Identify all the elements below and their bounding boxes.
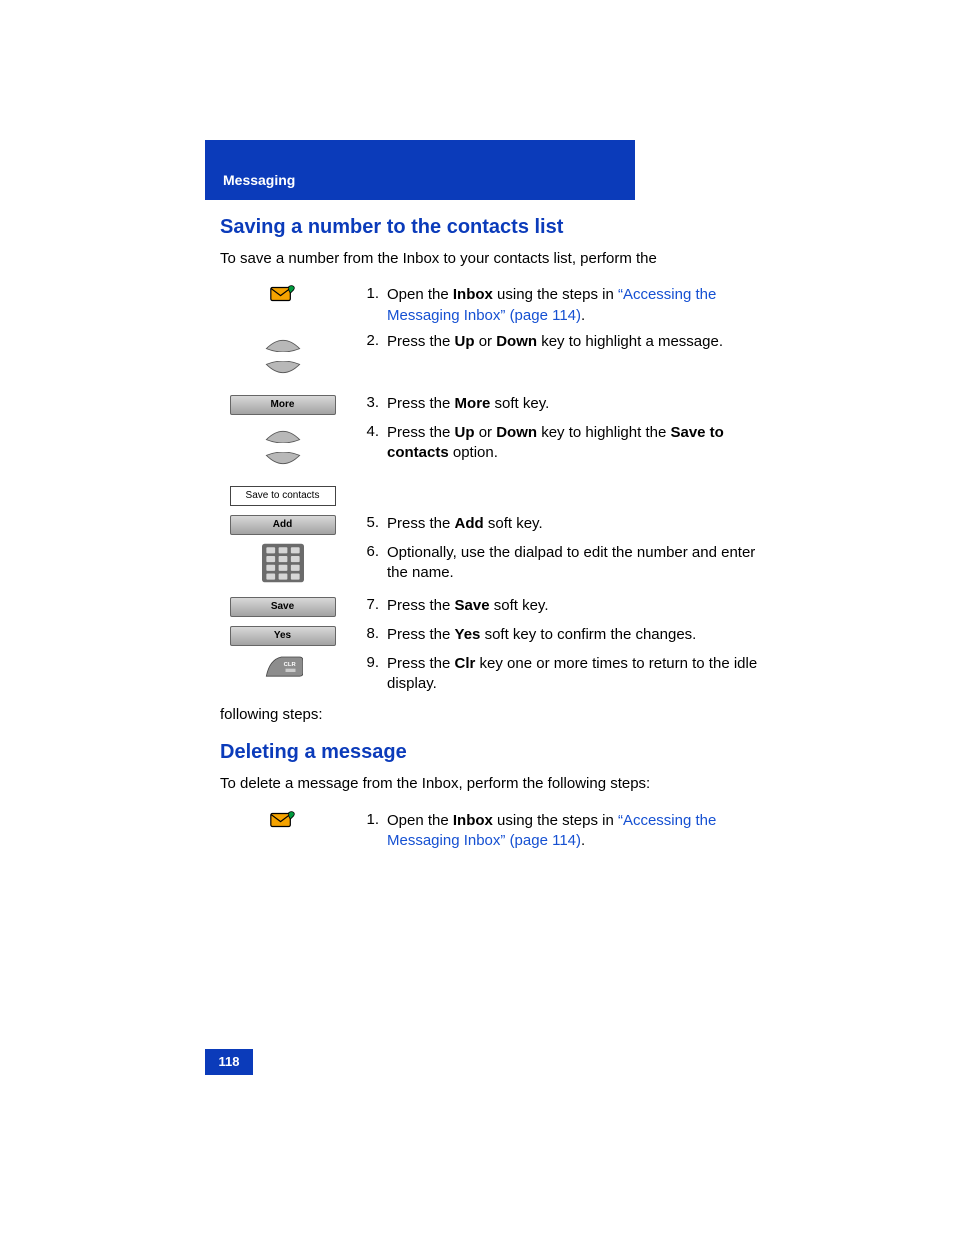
step-text: Press the Add soft key. [385,510,760,539]
nav-down-icon [263,452,303,472]
step-number: 1. [351,807,385,854]
softkey-add: Add [230,515,336,535]
chapter-header: Messaging [205,140,635,200]
step-text: Press the Save soft key. [385,592,760,621]
step-number: 8. [351,621,385,650]
steps-table-2: 1. Open the Inbox using the steps in “Ac… [220,807,760,854]
dialpad-icon [262,543,304,583]
step-number: 4. [351,419,385,510]
step-icon-cell: Save [220,592,351,621]
step-icon-cell: Add [220,510,351,539]
step-icon-cell [220,281,351,328]
option-save-to-contacts: Save to contacts [230,486,336,506]
step-number: 6. [351,539,385,592]
step-icon-cell: Save to contacts [220,419,351,510]
step-number: 5. [351,510,385,539]
page-number: 118 [205,1049,253,1075]
step-text: Press the Up or Down key to highlight a … [385,328,760,390]
messaging-icon [270,285,296,303]
step-text: Press the Yes soft key to confirm the ch… [385,621,760,650]
section-title-saving: Saving a number to the contacts list [220,216,760,239]
step-row: More 3. Press the More soft key. [220,390,760,419]
step-text: Press the More soft key. [385,390,760,419]
manual-page: Messaging Saving a number to the contact… [0,0,954,1235]
svg-text:CLR: CLR [283,662,296,668]
step-row: 1. Open the Inbox using the steps in “Ac… [220,807,760,854]
step-number: 2. [351,328,385,390]
step-row: CLR 9. Press the Clr key one or more tim… [220,650,760,697]
softkey-more: More [230,395,336,415]
section-intro-2: To delete a message from the Inbox, perf… [220,774,760,794]
step-text: Press the Clr key one or more times to r… [385,650,760,697]
step-row: 6. Optionally, use the dialpad to edit t… [220,539,760,592]
step-number: 7. [351,592,385,621]
step-number: 3. [351,390,385,419]
step-icon-cell [220,539,351,592]
section-trailing-1: following steps: [220,706,760,723]
softkey-save: Save [230,597,336,617]
step-text: Optionally, use the dialpad to edit the … [385,539,760,592]
step-icon-cell [220,807,351,854]
step-row: Yes 8. Press the Yes soft key to confirm… [220,621,760,650]
step-row: Save to contacts 4. Press the Up or Down… [220,419,760,510]
step-text: Open the Inbox using the steps in “Acces… [385,281,760,328]
step-number: 9. [351,650,385,697]
step-row: 1. Open the Inbox using the steps in “Ac… [220,281,760,328]
step-icon-cell [220,328,351,390]
step-row: Save 7. Press the Save soft key. [220,592,760,621]
section-title-deleting: Deleting a message [220,741,760,764]
step-row: Add 5. Press the Add soft key. [220,510,760,539]
step-number: 1. [351,281,385,328]
step-row: 2. Press the Up or Down key to highlight… [220,328,760,390]
step-text: Press the Up or Down key to highlight th… [385,419,760,510]
nav-up-icon [263,423,303,443]
nav-down-icon [263,361,303,381]
chapter-label: Messaging [223,172,295,188]
messaging-icon [270,811,296,829]
nav-up-icon [263,332,303,352]
softkey-yes: Yes [230,626,336,646]
steps-table-1: 1. Open the Inbox using the steps in “Ac… [220,281,760,696]
step-icon-cell: Yes [220,621,351,650]
step-icon-cell: More [220,390,351,419]
step-icon-cell: CLR [220,650,351,697]
page-content: Saving a number to the contacts list To … [220,216,760,853]
clr-key-icon: CLR [263,654,303,680]
section-intro-1: To save a number from the Inbox to your … [220,249,760,269]
step-text: Open the Inbox using the steps in “Acces… [385,807,760,854]
